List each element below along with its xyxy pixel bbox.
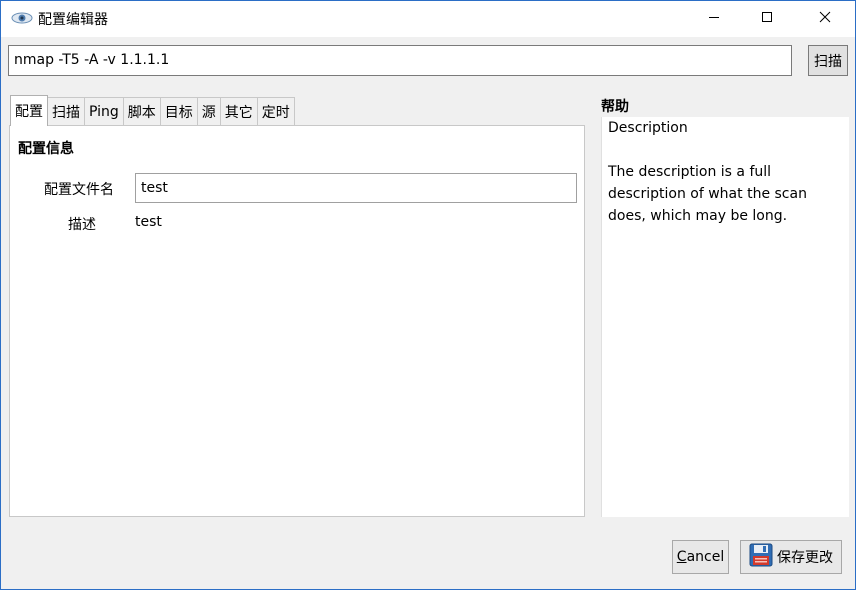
floppy-disk-icon <box>749 543 773 571</box>
save-label: 保存更改 <box>777 550 833 566</box>
help-panel: Description The description is a full de… <box>601 117 849 517</box>
tab-target[interactable]: 目标 <box>159 97 198 126</box>
section-title: 配置信息 <box>18 141 74 157</box>
tab-timing[interactable]: 定时 <box>256 97 295 126</box>
minimize-button[interactable] <box>691 1 737 37</box>
tab-profile[interactable]: 配置 <box>10 95 48 126</box>
tab-ping[interactable]: Ping <box>84 97 124 126</box>
profile-name-label: 配置文件名 <box>44 182 114 198</box>
tab-scan[interactable]: 扫描 <box>47 97 85 126</box>
profile-name-field[interactable]: test <box>135 173 577 203</box>
cancel-button[interactable]: Cancel <box>672 540 729 574</box>
scan-button[interactable]: 扫描 <box>808 45 848 76</box>
command-input[interactable]: nmap -T5 -A -v 1.1.1.1 <box>8 45 792 76</box>
tab-scripts[interactable]: 脚本 <box>122 97 161 126</box>
close-icon <box>819 11 831 27</box>
close-button[interactable] <box>802 1 848 37</box>
title-bar: 配置编辑器 <box>1 1 855 37</box>
eye-icon <box>11 11 33 25</box>
description-label: 描述 <box>68 217 96 233</box>
maximize-button[interactable] <box>744 1 790 37</box>
help-body: The description is a full description of… <box>608 164 807 224</box>
window-title: 配置编辑器 <box>38 12 108 28</box>
profile-panel: 配置信息 配置文件名 test 描述 test <box>9 125 585 517</box>
tab-bar: 配置 扫描 Ping 脚本 目标 源 其它 定时 <box>10 95 295 126</box>
cancel-label: Cancel <box>676 549 725 565</box>
help-heading: Description <box>608 120 688 136</box>
description-field[interactable]: test <box>135 214 162 230</box>
maximize-icon <box>761 11 773 27</box>
config-editor-window: 配置编辑器 nmap -T5 -A -v 1.1.1.1 扫描 配置 扫描 Pi… <box>0 0 856 590</box>
tab-other[interactable]: 其它 <box>219 97 258 126</box>
help-title: 帮助 <box>601 99 629 115</box>
tab-source[interactable]: 源 <box>196 97 221 126</box>
minimize-icon <box>708 11 720 27</box>
save-changes-button[interactable]: 保存更改 <box>740 540 842 574</box>
